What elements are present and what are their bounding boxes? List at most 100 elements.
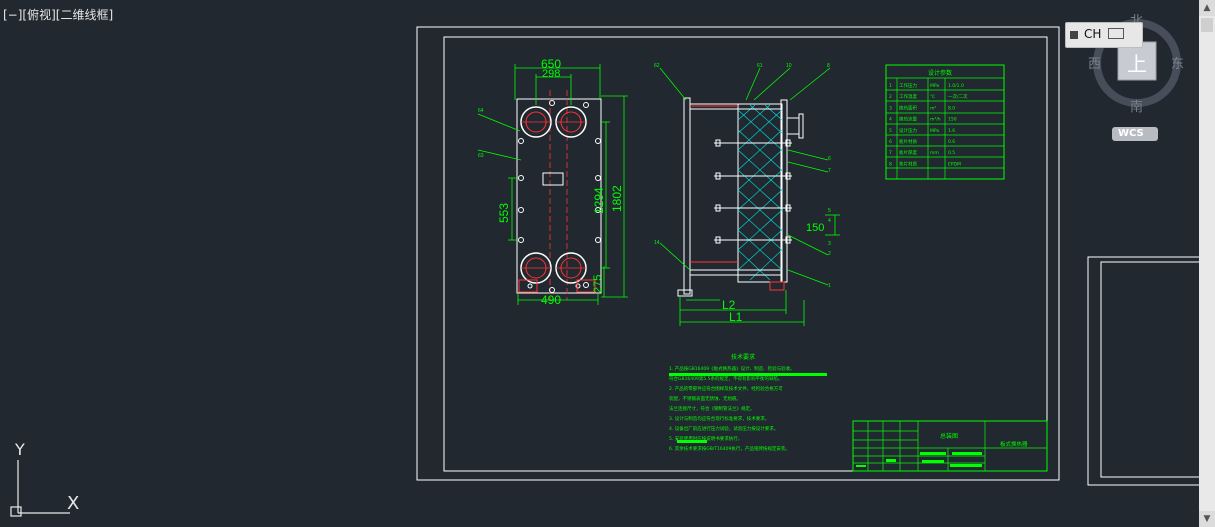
params-cell: 4 [889, 117, 892, 123]
params-cell: MPa [930, 83, 939, 89]
cad-model-space[interactable]: 650 298 1294 1802 553 275 490 64 63 L2 L… [0, 0, 1215, 527]
dim-L1: L1 [729, 310, 743, 324]
params-cell: 150 [948, 117, 957, 123]
notes-line: 装配，不锈钢表面无锈蚀、无划痕。 [669, 395, 741, 402]
params-cell: 2 [889, 94, 892, 100]
params-cell: 工作温度 [899, 93, 917, 100]
compass-east[interactable]: 东 [1171, 53, 1184, 72]
fixed-frame-plate [683, 97, 691, 295]
ime-language[interactable]: CH [1084, 27, 1101, 41]
svg-text:2: 2 [828, 251, 831, 257]
svg-text:8: 8 [827, 63, 830, 69]
svg-text:1: 1 [828, 283, 831, 289]
second-paper-sheet-border [1087, 256, 1201, 486]
plate-pack [737, 103, 783, 283]
dim-bottom-width: 490 [541, 293, 561, 307]
title-block[interactable]: 总装图 板式换热器 [852, 420, 1048, 472]
callout-64: 64 [478, 108, 484, 114]
viewcube-top-label[interactable]: 上 [1127, 48, 1147, 77]
params-cell: 板片材质 [899, 138, 917, 145]
params-cell: m² [930, 106, 936, 111]
keyboard-icon[interactable] [1108, 28, 1124, 39]
params-cell: 1 [889, 83, 892, 89]
scroll-thumb[interactable] [1201, 18, 1213, 32]
notes-line: 法兰连接尺寸，符合《钢制管法兰》规定。 [669, 405, 755, 412]
params-table-rows: 1 工作压力 MPa 1.0/1.0 2 工作温度 ℃ 一次/二次 3 换热面积 m² 8.0 4 换热流… [889, 82, 968, 167]
params-cell: 0.6 [948, 139, 955, 145]
design-parameter-table[interactable]: 设计参数 1 工作压力 MPa 1.0/1.0 2 工作温度 ℃ 一次/二次 3 换热面积 m² 8.… [885, 64, 1005, 180]
params-cell: 8.0 [948, 105, 955, 111]
drawing-frame [443, 36, 1048, 472]
second-drawing-frame [1100, 261, 1201, 478]
notes-line: 6. 其余技术要求按GB/T16409执行，产品铭牌按规定安装。 [669, 445, 790, 452]
svg-text:62: 62 [654, 63, 660, 69]
notes-line: 5. 安装使用时应按说明书要求执行。 [669, 435, 742, 442]
params-cell: 1.6 [948, 128, 955, 134]
sheet-name: 总装图 [940, 432, 958, 440]
params-cell: 0.5 [948, 150, 955, 156]
params-cell: 板片厚度 [899, 149, 917, 156]
params-cell: 1.0/1.0 [948, 83, 964, 89]
ime-grip-icon[interactable] [1070, 31, 1078, 39]
ucs-x-label: X [67, 493, 80, 514]
notes-title: 技术要求 [731, 353, 755, 361]
params-cell: 垫片材质 [899, 160, 917, 167]
notes-highlight-bar [669, 373, 827, 376]
nozzle-right [786, 117, 800, 135]
svg-text:3: 3 [828, 241, 831, 247]
params-cell: mm [930, 151, 939, 156]
scroll-up-arrow-icon[interactable]: ▲ [1199, 0, 1215, 16]
ime-language-bar[interactable]: CH [1065, 22, 1143, 48]
svg-text:6: 6 [828, 156, 831, 162]
dim-left: 553 [497, 203, 511, 223]
params-cell: 工作压力 [899, 82, 917, 89]
params-cell: 8 [889, 161, 892, 167]
svg-text:7: 7 [828, 168, 831, 174]
notes-lines: 1. 产品按GB16409《板式换热器》设计、制造、检验与验收。 符合GB164… [669, 365, 795, 452]
product-name: 板式换热器 [1000, 440, 1028, 448]
params-cell: EPDM [948, 161, 961, 167]
svg-text:61: 61 [757, 63, 763, 69]
technical-notes[interactable]: 技术要求 1. 产品按GB16409《板式换热器》设计、制造、检验与验收。 符合… [669, 353, 827, 452]
notes-line: 2. 产品的零部件应符合图样及技术文件，经检验合格方可 [669, 385, 783, 392]
side-view[interactable]: L2 L1 150 62 61 10 8 6 7 5 4 3 2 1 14 [654, 63, 840, 326]
bottom-guide-bar [689, 269, 783, 276]
notes-line: 4. 设备出厂前应进行压力试验，试验压力按设计要求。 [669, 425, 778, 432]
svg-text:4: 4 [828, 218, 831, 224]
nameplate [542, 172, 564, 186]
plate-outline [516, 98, 602, 294]
scroll-down-arrow-icon[interactable]: ▼ [1199, 511, 1215, 527]
front-view[interactable]: 650 298 1294 1802 553 275 490 64 63 [477, 57, 628, 307]
svg-text:14: 14 [654, 240, 660, 246]
params-cell: ℃ [930, 94, 935, 100]
svg-text:10: 10 [786, 63, 792, 69]
dim-port-spacing: 298 [542, 68, 560, 80]
params-cell: m³/h [930, 117, 941, 123]
ucs-y-label: Y [15, 440, 25, 459]
callout-63: 63 [478, 153, 484, 159]
bolt-holes [518, 100, 601, 293]
dim-height-total: 1802 [610, 185, 624, 212]
dim-height-port: 1294 [592, 187, 606, 214]
wcs-menu-button[interactable]: WCS [1112, 127, 1158, 141]
dim-bottom: 275 [592, 275, 604, 293]
svg-text:5: 5 [828, 208, 831, 214]
viewport-controls-label[interactable]: [−][俯视][二维线框] [3, 6, 113, 23]
params-cell: 设计压力 [899, 127, 917, 134]
compass-west[interactable]: 西 [1088, 53, 1101, 72]
params-cell: 6 [889, 139, 892, 145]
compass-south[interactable]: 南 [1130, 96, 1143, 115]
notes-line: 3. 设计与制造均应符合现行标准要求，技术要求。 [669, 415, 769, 422]
params-cell: 3 [889, 105, 892, 111]
vertical-scrollbar[interactable]: ▲ ▼ [1199, 0, 1215, 527]
params-cell: 5 [889, 128, 892, 134]
params-cell: 一次/二次 [948, 93, 968, 100]
notes-line: 1. 产品按GB16409《板式换热器》设计、制造、检验与验收。 [669, 365, 795, 372]
plate-pack-hatch [737, 104, 783, 281]
params-cell: 换热面积 [899, 104, 917, 111]
params-cell: 换热流量 [899, 116, 917, 123]
side-dimensions [659, 67, 840, 326]
notes-line: 符合GB16409第5.5条的规定，不得有影响平衡的缺陷。 [669, 375, 783, 382]
wcs-label: WCS [1118, 128, 1144, 139]
params-cell: 7 [889, 150, 892, 156]
